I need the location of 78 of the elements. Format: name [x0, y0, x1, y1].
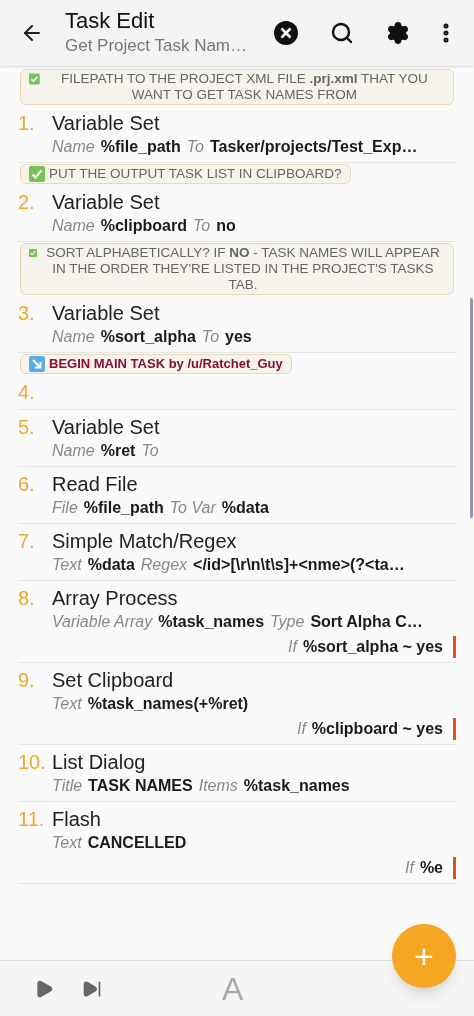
settings-icon[interactable]: [386, 21, 410, 45]
param-label: To Var: [169, 498, 216, 518]
condition-value: %sort_alpha ~ yes: [302, 637, 443, 657]
action-name[interactable]: Variable Set: [52, 300, 160, 326]
step-number: 3.: [18, 301, 36, 326]
condition-label: If: [296, 719, 306, 739]
check-icon: [29, 71, 40, 87]
comment-text: BEGIN MAIN TASK by /u/Ratchet_Guy: [49, 356, 283, 372]
check-icon: [29, 166, 45, 182]
arrow-icon: [29, 356, 45, 372]
param-value: %file_path: [83, 498, 164, 518]
param-label: Name: [52, 327, 95, 347]
step-number: 2.: [18, 190, 36, 215]
comment-text: FILEPATH TO THE PROJECT XML FILE .prj.xml THAT YOU WANT TO GET TASK NAMES FROM: [59, 71, 429, 103]
condition-bar: [453, 718, 456, 740]
comment-text: PUT THE OUTPUT TASK LIST IN CLIPBOARD?: [49, 166, 342, 182]
close-icon[interactable]: [274, 21, 298, 45]
condition-bar: [453, 636, 456, 658]
action-name[interactable]: Flash: [52, 806, 101, 832]
param-value: %file_path: [100, 137, 181, 157]
param-value: %sort_alpha: [100, 327, 196, 347]
condition-bar: [453, 857, 456, 879]
param-value: %task_names: [243, 776, 350, 796]
step-number: 4.: [18, 380, 36, 405]
param-value: </id>[\r\n\t\s]+<nme>(?<ta…: [193, 555, 405, 575]
condition-label: If: [405, 858, 414, 878]
param-label: File: [52, 498, 78, 518]
param-value: %task_names: [158, 612, 265, 632]
param-value: CANCELLED: [87, 833, 187, 853]
param-value: Tasker/projects/Test_Exp…: [209, 137, 418, 157]
param-label: Items: [198, 776, 238, 796]
param-label: Regex: [140, 555, 188, 575]
param-value: %ret: [100, 441, 136, 461]
condition-value: %clipboard ~ yes: [311, 719, 443, 739]
window-title: Task Edit: [65, 8, 156, 34]
param-label: To: [141, 441, 159, 461]
action-name[interactable]: Read File: [52, 471, 138, 497]
step-number: 6.: [18, 472, 36, 497]
step-number: 11.: [18, 807, 46, 832]
param-value: %data: [87, 555, 135, 575]
action-name[interactable]: Variable Set: [52, 189, 160, 215]
step-number: 1.: [18, 111, 36, 136]
param-label: Name: [52, 137, 95, 157]
param-label: Text: [52, 833, 82, 853]
param-label: Variable Array: [52, 612, 153, 632]
param-value: TASK NAMES: [88, 776, 193, 796]
param-label: Name: [52, 216, 95, 236]
param-value: Sort Alpha C…: [310, 612, 423, 632]
param-label: Text: [52, 555, 82, 575]
param-value: yes: [225, 327, 252, 347]
search-icon[interactable]: [330, 21, 354, 45]
play-icon[interactable]: [34, 978, 54, 999]
condition-value: %e: [419, 858, 443, 878]
param-label: To: [186, 137, 204, 157]
param-value: %task_names(+%ret): [87, 694, 249, 714]
param-label: To: [192, 216, 211, 236]
action-name[interactable]: Array Process: [52, 585, 178, 611]
step-number: 9.: [18, 668, 36, 693]
action-name[interactable]: Simple Match/Regex: [52, 528, 237, 554]
condition-label: If: [288, 637, 297, 657]
param-label: Type: [270, 612, 305, 632]
param-label: Name: [52, 441, 95, 461]
action-name[interactable]: Set Clipboard: [52, 667, 174, 693]
param-label: To: [201, 327, 220, 347]
step-number: 5.: [18, 415, 36, 440]
action-name[interactable]: List Dialog: [52, 749, 146, 775]
param-value: %data: [221, 498, 269, 518]
action-name[interactable]: Variable Set: [52, 110, 160, 136]
action-name[interactable]: Variable Set: [52, 414, 160, 440]
param-value: %clipboard: [100, 216, 187, 236]
comment-text: SORT ALPHABETICALLY? IF NO - TASK NAMES WILL APPEAR IN THE ORDER THEY'RE LISTED IN THE PROJECT'S TASKS TAB.: [45, 245, 441, 293]
window-subtitle: Get Project Task Nam…: [65, 35, 249, 57]
step-number: 7.: [18, 529, 36, 554]
step-number: 8.: [18, 586, 36, 611]
param-label: Text: [52, 694, 82, 714]
step-number: 10.: [18, 750, 47, 775]
param-label: Title: [52, 776, 83, 796]
param-value: no: [216, 216, 236, 236]
